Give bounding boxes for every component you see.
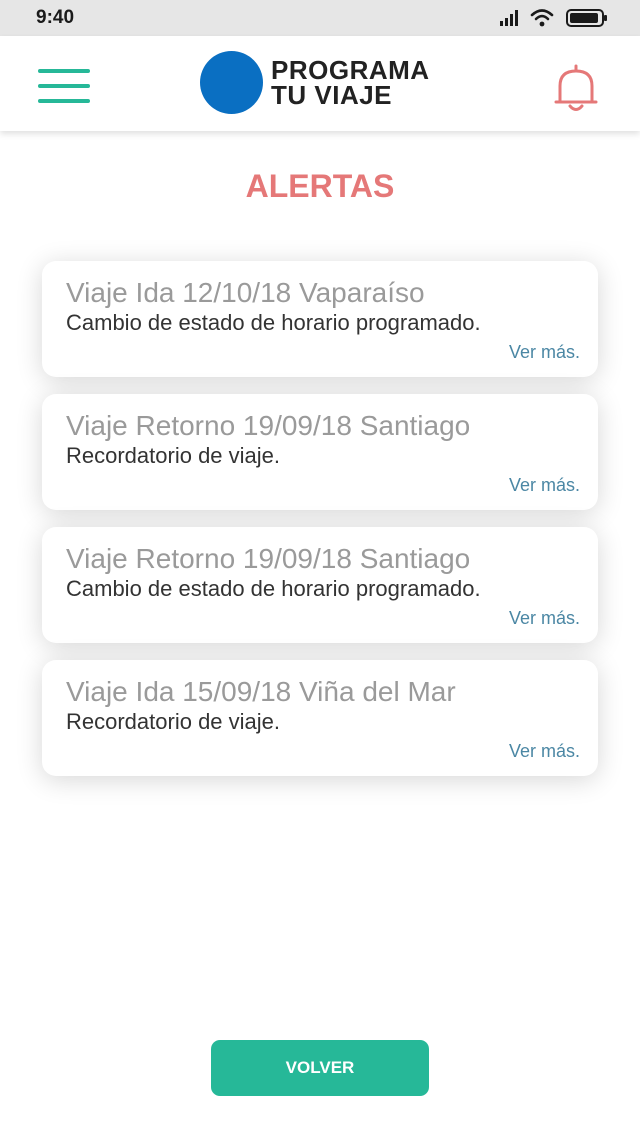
alerts-screen: 9:40 PROGRAMA TU VIAJE ALERTAS Viaje Ida… (0, 0, 640, 1136)
alert-card[interactable]: Viaje Ida 12/10/18 Vaparaíso Cambio de e… (42, 261, 598, 377)
signal-icon (500, 10, 518, 26)
see-more-link[interactable]: Ver más. (509, 741, 580, 762)
alert-title: Viaje Ida 12/10/18 Vaparaíso (66, 277, 425, 308)
alert-title: Viaje Ida 15/09/18 Viña del Mar (66, 676, 456, 707)
alert-description: Recordatorio de viaje. (66, 443, 281, 468)
status-icons (500, 9, 608, 27)
back-button[interactable]: VOLVER (211, 1040, 429, 1096)
brand-line-2: TU VIAJE (271, 79, 393, 110)
bell-icon[interactable] (552, 62, 600, 114)
battery-icon (566, 9, 607, 27)
alert-card[interactable]: Viaje Retorno 19/09/18 Santiago Cambio d… (42, 527, 598, 643)
alert-title: Viaje Retorno 19/09/18 Santiago (66, 543, 471, 574)
brand-circle-icon (200, 51, 263, 114)
brand-name: PROGRAMA TU VIAJE (271, 54, 430, 110)
hamburger-menu-icon[interactable] (38, 69, 92, 103)
brand-logo: PROGRAMA TU VIAJE (200, 51, 430, 114)
alert-card[interactable]: Viaje Retorno 19/09/18 Santiago Recordat… (42, 394, 598, 510)
alert-description: Cambio de estado de horario programado. (66, 576, 481, 601)
alert-description: Cambio de estado de horario programado. (66, 310, 481, 335)
alert-title: Viaje Retorno 19/09/18 Santiago (66, 410, 471, 441)
status-time: 9:40 (36, 7, 75, 28)
alert-card[interactable]: Viaje Ida 15/09/18 Viña del Mar Recordat… (42, 660, 598, 776)
alert-description: Recordatorio de viaje. (66, 709, 281, 734)
brand-line-1: PROGRAMA (271, 54, 430, 85)
status-bar: 9:40 (0, 0, 640, 36)
see-more-link[interactable]: Ver más. (509, 608, 580, 629)
see-more-link[interactable]: Ver más. (509, 475, 580, 496)
page-title: ALERTAS (245, 168, 395, 204)
see-more-link[interactable]: Ver más. (509, 342, 580, 363)
app-header: PROGRAMA TU VIAJE (0, 36, 640, 131)
wifi-icon (530, 9, 554, 27)
